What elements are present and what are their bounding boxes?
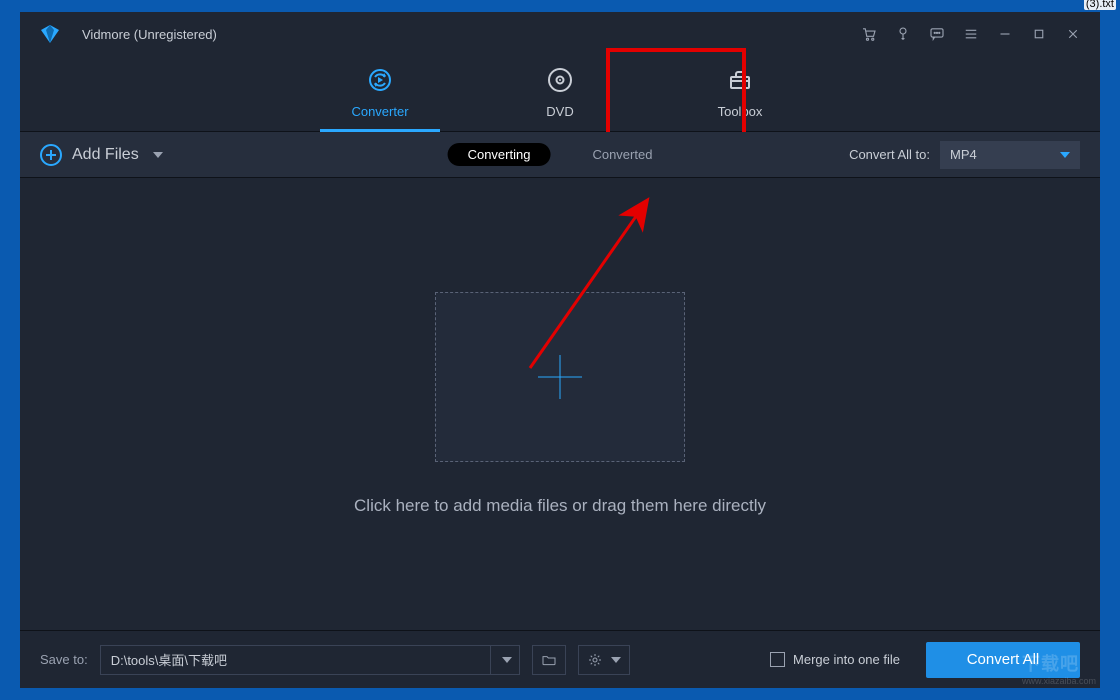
tab-dvd-label: DVD	[546, 104, 573, 119]
bottom-bar: Save to: Merge into one file Convert All	[20, 630, 1100, 688]
drop-area: Click here to add media files or drag th…	[20, 178, 1100, 630]
segment-converting[interactable]: Converting	[448, 143, 551, 166]
converter-icon	[367, 67, 393, 98]
titlebar: Vidmore (Unregistered)	[20, 12, 1100, 56]
feedback-icon[interactable]	[920, 17, 954, 51]
key-icon[interactable]	[886, 17, 920, 51]
app-logo-icon	[38, 22, 62, 46]
checkbox-icon	[770, 652, 785, 667]
save-path-dropdown[interactable]	[490, 645, 520, 675]
drop-hint-text: Click here to add media files or drag th…	[354, 496, 766, 516]
add-files-button[interactable]: Add Files	[40, 144, 163, 166]
chevron-down-icon	[611, 657, 621, 663]
merge-checkbox[interactable]: Merge into one file	[770, 652, 900, 667]
output-format-dropdown[interactable]: MP4	[940, 141, 1080, 169]
convert-all-button[interactable]: Convert All	[926, 642, 1080, 678]
dvd-icon	[547, 67, 573, 98]
app-title: Vidmore (Unregistered)	[82, 27, 217, 42]
save-to-label: Save to:	[40, 652, 88, 667]
save-path-group	[100, 645, 520, 675]
segment-converted[interactable]: Converted	[572, 143, 672, 166]
tab-toolbox[interactable]: Toolbox	[680, 55, 800, 131]
tab-dvd[interactable]: DVD	[500, 55, 620, 131]
add-media-dropzone[interactable]	[435, 292, 685, 462]
close-button[interactable]	[1056, 17, 1090, 51]
save-path-input[interactable]	[100, 645, 490, 675]
minimize-button[interactable]	[988, 17, 1022, 51]
open-folder-button[interactable]	[532, 645, 566, 675]
tab-converter-label: Converter	[351, 104, 408, 119]
chevron-down-icon	[502, 657, 512, 663]
toolbox-icon	[727, 67, 753, 98]
settings-button[interactable]	[578, 645, 630, 675]
menu-icon[interactable]	[954, 17, 988, 51]
merge-label: Merge into one file	[793, 652, 900, 667]
main-tabs: Converter DVD Toolbox	[20, 56, 1100, 132]
maximize-button[interactable]	[1022, 17, 1056, 51]
convert-all-to: Convert All to: MP4	[849, 141, 1080, 169]
desktop-stray-file: (3).txt	[1084, 0, 1116, 10]
tab-toolbox-label: Toolbox	[718, 104, 763, 119]
cart-icon[interactable]	[852, 17, 886, 51]
plus-icon	[538, 355, 582, 399]
plus-circle-icon	[40, 144, 62, 166]
add-files-label: Add Files	[72, 146, 139, 164]
status-segment: Converting Converted	[448, 143, 673, 166]
tab-converter[interactable]: Converter	[320, 55, 440, 131]
chevron-down-icon	[1060, 152, 1070, 158]
convert-all-to-label: Convert All to:	[849, 147, 930, 162]
chevron-down-icon	[153, 152, 163, 158]
app-window: Vidmore (Unregistered) Converter	[20, 12, 1100, 688]
toolbar: Add Files Converting Converted Convert A…	[20, 132, 1100, 178]
output-format-value: MP4	[950, 147, 977, 162]
